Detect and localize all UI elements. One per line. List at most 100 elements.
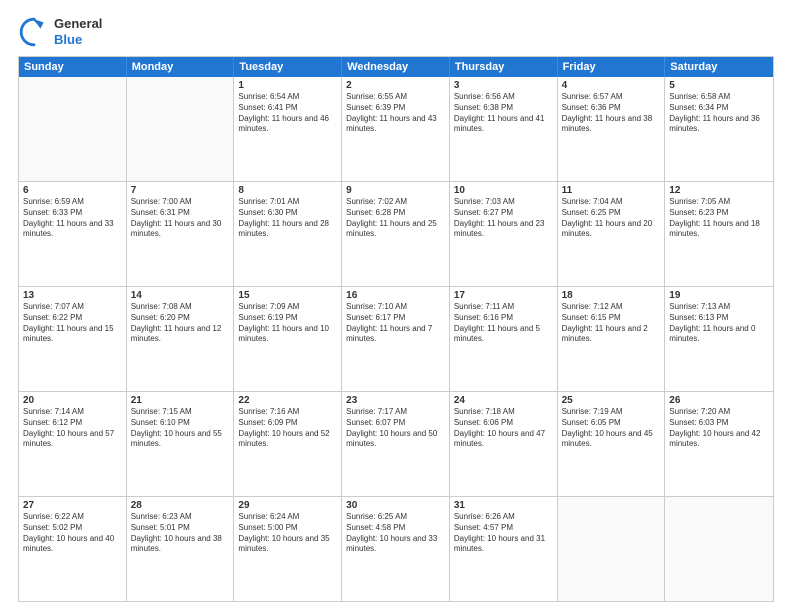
cell-info: Sunrise: 6:58 AM Sunset: 6:34 PM Dayligh… xyxy=(669,92,769,135)
logo-icon xyxy=(18,16,50,48)
calendar-cell-r2c5: 18Sunrise: 7:12 AM Sunset: 6:15 PM Dayli… xyxy=(558,287,666,391)
calendar-body: 1Sunrise: 6:54 AM Sunset: 6:41 PM Daylig… xyxy=(19,77,773,601)
day-number: 11 xyxy=(562,185,661,196)
calendar-cell-r2c3: 16Sunrise: 7:10 AM Sunset: 6:17 PM Dayli… xyxy=(342,287,450,391)
calendar-cell-r1c5: 11Sunrise: 7:04 AM Sunset: 6:25 PM Dayli… xyxy=(558,182,666,286)
calendar-cell-r4c5 xyxy=(558,497,666,601)
day-number: 3 xyxy=(454,80,553,91)
header-day-sunday: Sunday xyxy=(19,57,127,77)
cell-info: Sunrise: 6:23 AM Sunset: 5:01 PM Dayligh… xyxy=(131,512,230,555)
cell-info: Sunrise: 7:11 AM Sunset: 6:16 PM Dayligh… xyxy=(454,302,553,345)
day-number: 27 xyxy=(23,500,122,511)
day-number: 22 xyxy=(238,395,337,406)
day-number: 10 xyxy=(454,185,553,196)
cell-info: Sunrise: 6:54 AM Sunset: 6:41 PM Dayligh… xyxy=(238,92,337,135)
cell-info: Sunrise: 6:56 AM Sunset: 6:38 PM Dayligh… xyxy=(454,92,553,135)
calendar-cell-r3c1: 21Sunrise: 7:15 AM Sunset: 6:10 PM Dayli… xyxy=(127,392,235,496)
day-number: 21 xyxy=(131,395,230,406)
day-number: 15 xyxy=(238,290,337,301)
cell-info: Sunrise: 6:26 AM Sunset: 4:57 PM Dayligh… xyxy=(454,512,553,555)
calendar-cell-r3c2: 22Sunrise: 7:16 AM Sunset: 6:09 PM Dayli… xyxy=(234,392,342,496)
day-number: 1 xyxy=(238,80,337,91)
calendar-cell-r4c1: 28Sunrise: 6:23 AM Sunset: 5:01 PM Dayli… xyxy=(127,497,235,601)
calendar-cell-r0c4: 3Sunrise: 6:56 AM Sunset: 6:38 PM Daylig… xyxy=(450,77,558,181)
calendar-cell-r1c4: 10Sunrise: 7:03 AM Sunset: 6:27 PM Dayli… xyxy=(450,182,558,286)
cell-info: Sunrise: 6:57 AM Sunset: 6:36 PM Dayligh… xyxy=(562,92,661,135)
calendar-cell-r2c0: 13Sunrise: 7:07 AM Sunset: 6:22 PM Dayli… xyxy=(19,287,127,391)
page: General Blue SundayMondayTuesdayWednesda… xyxy=(0,0,792,612)
day-number: 6 xyxy=(23,185,122,196)
calendar-cell-r3c6: 26Sunrise: 7:20 AM Sunset: 6:03 PM Dayli… xyxy=(665,392,773,496)
header-day-monday: Monday xyxy=(127,57,235,77)
cell-info: Sunrise: 7:13 AM Sunset: 6:13 PM Dayligh… xyxy=(669,302,769,345)
header-day-wednesday: Wednesday xyxy=(342,57,450,77)
calendar-cell-r4c4: 31Sunrise: 6:26 AM Sunset: 4:57 PM Dayli… xyxy=(450,497,558,601)
cell-info: Sunrise: 6:24 AM Sunset: 5:00 PM Dayligh… xyxy=(238,512,337,555)
logo: General Blue xyxy=(18,16,102,48)
cell-info: Sunrise: 7:03 AM Sunset: 6:27 PM Dayligh… xyxy=(454,197,553,240)
cell-info: Sunrise: 7:17 AM Sunset: 6:07 PM Dayligh… xyxy=(346,407,445,450)
header-day-thursday: Thursday xyxy=(450,57,558,77)
day-number: 23 xyxy=(346,395,445,406)
cell-info: Sunrise: 6:22 AM Sunset: 5:02 PM Dayligh… xyxy=(23,512,122,555)
calendar-cell-r0c0 xyxy=(19,77,127,181)
calendar-row-4: 27Sunrise: 6:22 AM Sunset: 5:02 PM Dayli… xyxy=(19,497,773,601)
header: General Blue xyxy=(18,16,774,48)
day-number: 12 xyxy=(669,185,769,196)
cell-info: Sunrise: 7:02 AM Sunset: 6:28 PM Dayligh… xyxy=(346,197,445,240)
day-number: 16 xyxy=(346,290,445,301)
logo-blue-text: Blue xyxy=(54,32,102,48)
day-number: 25 xyxy=(562,395,661,406)
day-number: 30 xyxy=(346,500,445,511)
calendar-header: SundayMondayTuesdayWednesdayThursdayFrid… xyxy=(19,57,773,77)
calendar-cell-r0c6: 5Sunrise: 6:58 AM Sunset: 6:34 PM Daylig… xyxy=(665,77,773,181)
cell-info: Sunrise: 7:09 AM Sunset: 6:19 PM Dayligh… xyxy=(238,302,337,345)
calendar-cell-r0c1 xyxy=(127,77,235,181)
calendar-cell-r1c3: 9Sunrise: 7:02 AM Sunset: 6:28 PM Daylig… xyxy=(342,182,450,286)
calendar-row-3: 20Sunrise: 7:14 AM Sunset: 6:12 PM Dayli… xyxy=(19,392,773,497)
calendar-cell-r1c0: 6Sunrise: 6:59 AM Sunset: 6:33 PM Daylig… xyxy=(19,182,127,286)
cell-info: Sunrise: 7:10 AM Sunset: 6:17 PM Dayligh… xyxy=(346,302,445,345)
day-number: 14 xyxy=(131,290,230,301)
cell-info: Sunrise: 7:04 AM Sunset: 6:25 PM Dayligh… xyxy=(562,197,661,240)
cell-info: Sunrise: 7:12 AM Sunset: 6:15 PM Dayligh… xyxy=(562,302,661,345)
cell-info: Sunrise: 7:19 AM Sunset: 6:05 PM Dayligh… xyxy=(562,407,661,450)
calendar-cell-r1c6: 12Sunrise: 7:05 AM Sunset: 6:23 PM Dayli… xyxy=(665,182,773,286)
day-number: 8 xyxy=(238,185,337,196)
header-day-friday: Friday xyxy=(558,57,666,77)
day-number: 13 xyxy=(23,290,122,301)
cell-info: Sunrise: 7:01 AM Sunset: 6:30 PM Dayligh… xyxy=(238,197,337,240)
calendar: SundayMondayTuesdayWednesdayThursdayFrid… xyxy=(18,56,774,602)
cell-info: Sunrise: 7:00 AM Sunset: 6:31 PM Dayligh… xyxy=(131,197,230,240)
day-number: 19 xyxy=(669,290,769,301)
day-number: 26 xyxy=(669,395,769,406)
cell-info: Sunrise: 7:08 AM Sunset: 6:20 PM Dayligh… xyxy=(131,302,230,345)
calendar-cell-r0c3: 2Sunrise: 6:55 AM Sunset: 6:39 PM Daylig… xyxy=(342,77,450,181)
cell-info: Sunrise: 7:15 AM Sunset: 6:10 PM Dayligh… xyxy=(131,407,230,450)
calendar-cell-r2c1: 14Sunrise: 7:08 AM Sunset: 6:20 PM Dayli… xyxy=(127,287,235,391)
day-number: 9 xyxy=(346,185,445,196)
logo-general-text: General xyxy=(54,16,102,32)
calendar-cell-r3c0: 20Sunrise: 7:14 AM Sunset: 6:12 PM Dayli… xyxy=(19,392,127,496)
calendar-cell-r3c3: 23Sunrise: 7:17 AM Sunset: 6:07 PM Dayli… xyxy=(342,392,450,496)
cell-info: Sunrise: 7:20 AM Sunset: 6:03 PM Dayligh… xyxy=(669,407,769,450)
day-number: 18 xyxy=(562,290,661,301)
calendar-cell-r4c0: 27Sunrise: 6:22 AM Sunset: 5:02 PM Dayli… xyxy=(19,497,127,601)
day-number: 29 xyxy=(238,500,337,511)
calendar-cell-r2c2: 15Sunrise: 7:09 AM Sunset: 6:19 PM Dayli… xyxy=(234,287,342,391)
cell-info: Sunrise: 6:59 AM Sunset: 6:33 PM Dayligh… xyxy=(23,197,122,240)
cell-info: Sunrise: 7:16 AM Sunset: 6:09 PM Dayligh… xyxy=(238,407,337,450)
day-number: 5 xyxy=(669,80,769,91)
cell-info: Sunrise: 7:05 AM Sunset: 6:23 PM Dayligh… xyxy=(669,197,769,240)
day-number: 20 xyxy=(23,395,122,406)
cell-info: Sunrise: 6:25 AM Sunset: 4:58 PM Dayligh… xyxy=(346,512,445,555)
calendar-row-0: 1Sunrise: 6:54 AM Sunset: 6:41 PM Daylig… xyxy=(19,77,773,182)
day-number: 31 xyxy=(454,500,553,511)
header-day-tuesday: Tuesday xyxy=(234,57,342,77)
calendar-cell-r0c2: 1Sunrise: 6:54 AM Sunset: 6:41 PM Daylig… xyxy=(234,77,342,181)
calendar-cell-r2c6: 19Sunrise: 7:13 AM Sunset: 6:13 PM Dayli… xyxy=(665,287,773,391)
calendar-row-2: 13Sunrise: 7:07 AM Sunset: 6:22 PM Dayli… xyxy=(19,287,773,392)
day-number: 7 xyxy=(131,185,230,196)
cell-info: Sunrise: 6:55 AM Sunset: 6:39 PM Dayligh… xyxy=(346,92,445,135)
calendar-cell-r4c3: 30Sunrise: 6:25 AM Sunset: 4:58 PM Dayli… xyxy=(342,497,450,601)
